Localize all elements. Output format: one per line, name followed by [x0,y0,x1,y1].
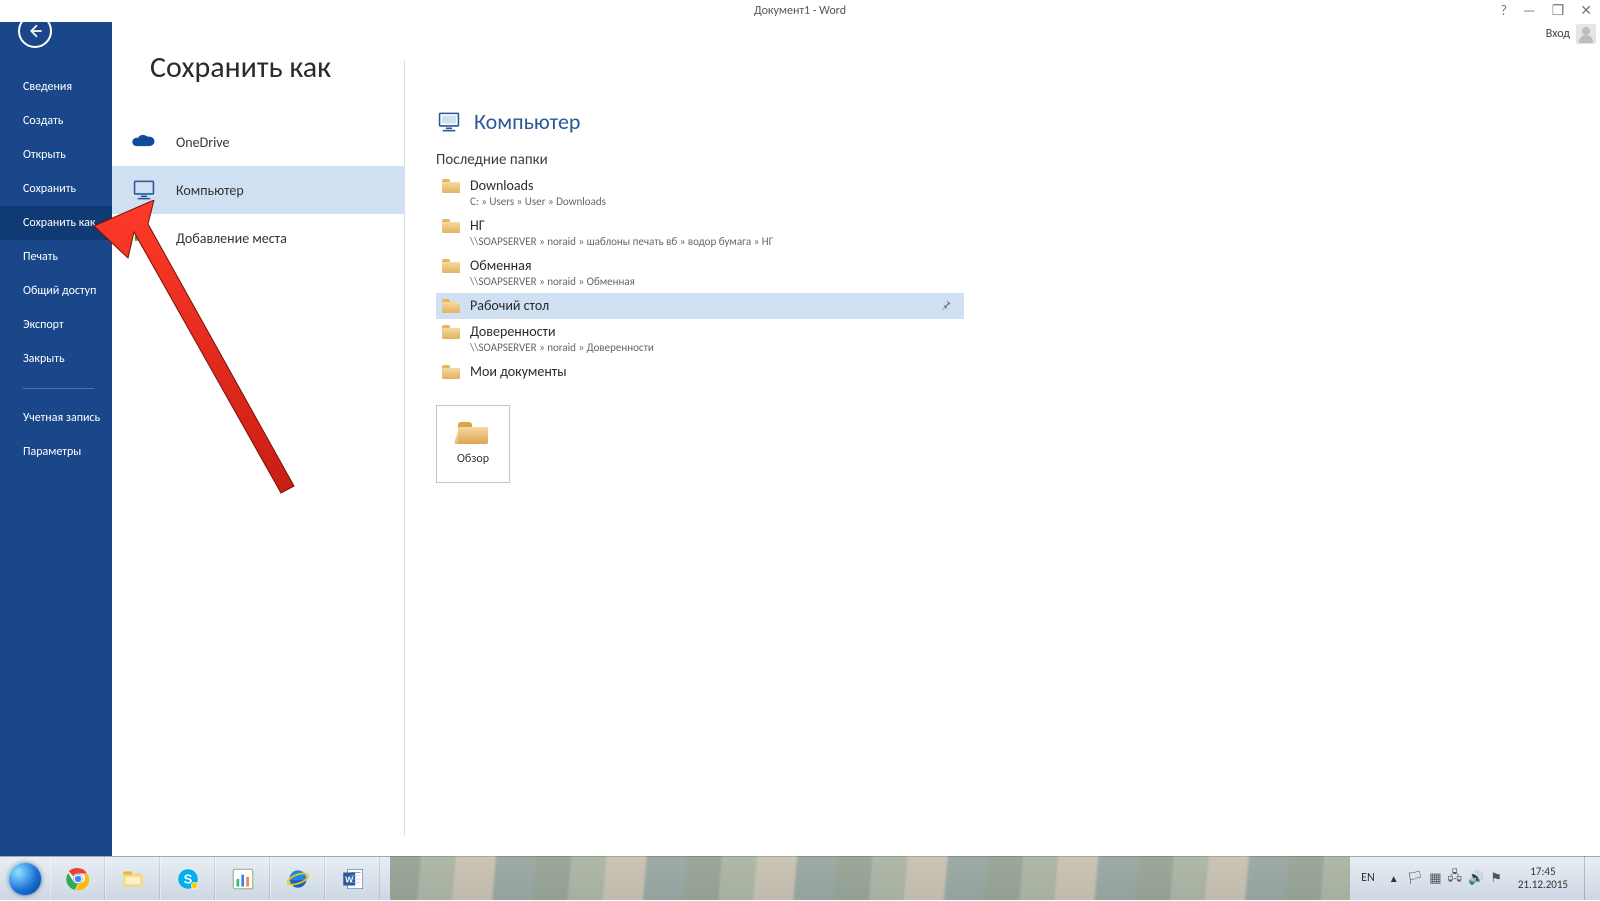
tray-time: 17:45 [1530,865,1555,878]
folder-icon [442,179,460,193]
close-icon[interactable]: ✕ [1576,2,1596,19]
task-explorer[interactable] [105,857,160,900]
computer-icon [131,179,157,201]
task-ie[interactable] [270,857,325,900]
folder-icon [442,259,460,273]
show-desktop-button[interactable] [1584,856,1596,900]
page-title: Сохранить как [150,49,404,86]
nav-share[interactable]: Общий доступ [0,274,112,308]
recent-folder-name: Обменная [470,257,635,275]
onedrive-icon [130,133,158,151]
nav-new[interactable]: Создать [0,104,112,138]
nav-export[interactable]: Экспорт [0,308,112,342]
recent-folder-path: C: » Users » User » Downloads [470,195,606,209]
taskbar: S W EN ▲ 🏳 ▦ 🖧 🔊 ⚑ 17:45 21.12.2015 [0,856,1600,900]
browse-button[interactable]: Обзор [436,405,510,483]
nav-print[interactable]: Печать [0,240,112,274]
task-chrome[interactable] [50,857,105,900]
tray-icons[interactable]: 🏳 ▦ 🖧 🔊 ⚑ [1407,867,1502,889]
network-icon[interactable]: 🖧 [1448,867,1463,889]
start-button[interactable] [0,857,50,901]
recent-folder[interactable]: Доверенности \\SOAPSERVER » noraid » Дов… [436,319,964,359]
nav-options[interactable]: Параметры [0,435,112,469]
taskbar-preview-strip [390,856,1350,900]
folder-icon [442,325,460,339]
computer-icon [436,111,462,133]
task-app[interactable] [215,857,270,900]
recent-folder[interactable]: Рабочий стол [436,293,964,319]
recent-folder[interactable]: НГ \\SOAPSERVER » noraid » шаблоны печат… [436,213,964,253]
recent-folder-path: \\SOAPSERVER » noraid » Доверенности [470,341,654,355]
recent-folder[interactable]: Мои документы [436,359,964,385]
recent-folder[interactable]: Downloads C: » Users » User » Downloads [436,173,964,213]
tray-overflow-icon[interactable]: ▲ [1389,872,1399,885]
plus-icon [133,227,155,249]
task-skype[interactable]: S [160,857,215,900]
power-icon[interactable]: ⚑ [1490,871,1502,886]
nav-separator [23,388,94,389]
window-title: Документ1 - Word [0,4,1600,18]
nav-save[interactable]: Сохранить [0,172,112,206]
location-add-place-label: Добавление места [176,230,287,247]
skype-icon: S [175,866,201,892]
word-icon: W [340,866,366,892]
signin-link[interactable]: Вход [1546,27,1570,41]
user-avatar-icon[interactable] [1576,24,1596,44]
ie-icon [285,866,311,892]
recent-header: Последние папки [436,151,1600,169]
arrow-left-icon [26,22,44,40]
panel-heading: Компьютер [474,108,580,135]
backstage-sidebar: Сведения Создать Открыть Сохранить Сохра… [0,0,112,856]
folder-icon [442,365,460,379]
flag-icon[interactable]: 🏳 [1407,871,1424,886]
chart-app-icon [230,866,256,892]
recent-folder-name: Доверенности [470,323,654,341]
tray-language[interactable]: EN [1355,871,1381,885]
nav-save-as[interactable]: Сохранить как [0,206,112,240]
volume-icon[interactable]: 🔊 [1468,871,1484,886]
recent-folder-name: НГ [470,217,773,235]
task-word[interactable]: W [325,857,380,900]
browse-button-label: Обзор [457,452,489,466]
tray-clock[interactable]: 17:45 21.12.2015 [1510,865,1576,891]
folder-icon [442,299,460,313]
recent-folder-path: \\SOAPSERVER » noraid » шаблоны печать в… [470,235,773,249]
location-computer-label: Компьютер [176,182,244,199]
recent-folder-path: \\SOAPSERVER » noraid » Обменная [470,275,635,289]
file-explorer-icon [120,866,146,892]
recent-folder-name: Downloads [470,177,606,195]
nav-info[interactable]: Сведения [0,70,112,104]
recent-folder-name: Мои документы [470,363,567,381]
recent-folder-name: Рабочий стол [470,297,549,315]
location-onedrive-label: OneDrive [176,134,229,151]
folder-open-icon [458,422,488,444]
help-icon[interactable]: ? [1497,2,1512,19]
tray-date: 21.12.2015 [1518,878,1568,891]
tiles-icon[interactable]: ▦ [1429,871,1441,886]
recent-folder[interactable]: Обменная \\SOAPSERVER » noraid » Обменна… [436,253,964,293]
nav-open[interactable]: Открыть [0,138,112,172]
nav-close[interactable]: Закрыть [0,342,112,376]
nav-account[interactable]: Учетная запись [0,401,112,435]
windows-orb-icon [8,862,42,896]
restore-icon[interactable]: ❐ [1548,2,1569,19]
location-onedrive[interactable]: OneDrive [112,118,404,166]
pin-icon[interactable] [940,299,952,315]
minimize-icon[interactable]: — [1519,2,1540,19]
location-computer[interactable]: Компьютер [112,166,404,214]
location-add-place[interactable]: Добавление места [112,214,404,262]
folder-icon [442,219,460,233]
chrome-icon [65,866,91,892]
